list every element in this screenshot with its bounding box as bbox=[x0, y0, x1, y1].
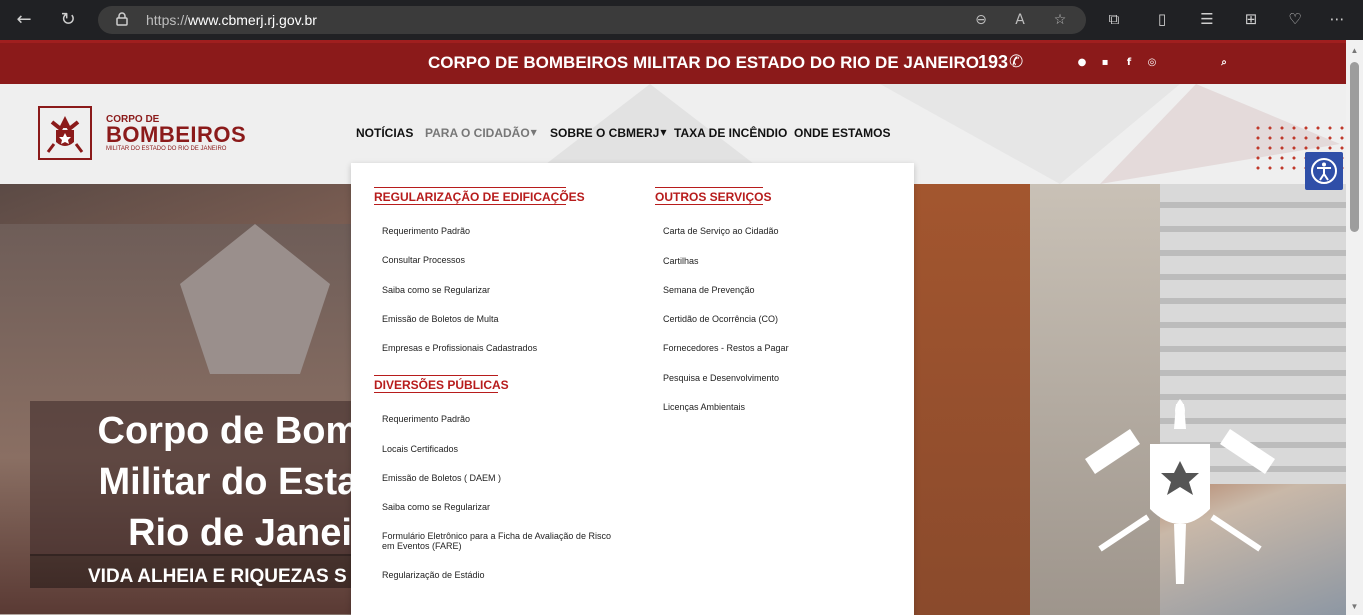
hero-photo-area bbox=[914, 184, 1034, 615]
dropdown-link[interactable]: Formulário Eletrônico para a Ficha de Av… bbox=[382, 531, 611, 551]
heading-outros-servicos[interactable]: OUTROS SERVIÇOS bbox=[655, 187, 771, 205]
page-scrollbar[interactable]: ▲ ▼ bbox=[1346, 40, 1363, 615]
nav-para-o-cidadao[interactable]: PARA O CIDADÃO▼ bbox=[425, 126, 537, 140]
lock-icon[interactable] bbox=[116, 12, 128, 26]
dropdown-link[interactable]: Certidão de Ocorrência (CO) bbox=[663, 314, 778, 324]
address-bar[interactable]: https://www.cbmerj.rj.gov.br ⊖ A ☆ bbox=[98, 6, 1086, 34]
instagram-icon[interactable]: ◎ bbox=[1146, 57, 1158, 69]
nav-onde-estamos[interactable]: ONDE ESTAMOS bbox=[794, 126, 890, 140]
favorite-star-icon[interactable]: ☆ bbox=[1051, 11, 1069, 29]
dropdown-link[interactable]: Empresas e Profissionais Cadastrados bbox=[382, 343, 537, 353]
collections-icon[interactable]: ⊞ bbox=[1240, 8, 1262, 30]
dropdown-link[interactable]: Saiba como se Regularizar bbox=[382, 285, 490, 295]
read-aloud-icon[interactable]: A bbox=[1011, 11, 1029, 29]
chevron-down-icon: ▼ bbox=[660, 128, 667, 137]
dropdown-link[interactable]: Pesquisa e Desenvolvimento bbox=[663, 373, 779, 383]
dropdown-link[interactable]: Emissão de Boletos ( DAEM ) bbox=[382, 473, 501, 483]
logo-text-line2: BOMBEIROS bbox=[106, 122, 247, 147]
refresh-icon[interactable]: ↻ bbox=[56, 8, 80, 32]
phone-icon: ✆ bbox=[1009, 52, 1024, 72]
heading-underline bbox=[374, 375, 498, 376]
heading-underline bbox=[374, 187, 566, 188]
health-icon[interactable]: ♡ bbox=[1284, 8, 1306, 30]
dropdown-link[interactable]: Regularização de Estádio bbox=[382, 570, 485, 580]
heading-diversoes-publicas[interactable]: DIVERSÕES PÚBLICAS bbox=[374, 375, 509, 393]
url-text[interactable]: https://www.cbmerj.rj.gov.br bbox=[146, 12, 317, 28]
chevron-down-icon: ▼ bbox=[530, 128, 537, 137]
extensions-icon[interactable]: ⧉ bbox=[1103, 8, 1125, 30]
accessibility-icon bbox=[1311, 158, 1337, 184]
heading-regularizacao[interactable]: REGULARIZAÇÃO DE EDIFICAÇÕES bbox=[374, 187, 585, 205]
dropdown-link[interactable]: Emissão de Boletos de Multa bbox=[382, 314, 499, 324]
nav-noticias[interactable]: NOTÍCIAS bbox=[356, 126, 413, 140]
cbmerj-emblem-watermark bbox=[1085, 399, 1275, 584]
scroll-down-icon[interactable]: ▼ bbox=[1350, 602, 1359, 611]
hero-subtitle: VIDA ALHEIA E RIQUEZAS S bbox=[88, 566, 347, 587]
para-o-cidadao-dropdown: REGULARIZAÇÃO DE EDIFICAÇÕES Requeriment… bbox=[351, 163, 914, 615]
favorites-icon[interactable]: ☰ bbox=[1196, 8, 1218, 30]
back-icon[interactable]: ← bbox=[12, 8, 36, 32]
dropdown-link[interactable]: Semana de Prevenção bbox=[663, 285, 755, 295]
dropdown-link[interactable]: Cartilhas bbox=[663, 256, 699, 266]
heading-underline bbox=[655, 204, 763, 205]
accessibility-button[interactable] bbox=[1305, 152, 1343, 190]
top-bar: CORPO DE BOMBEIROS MILITAR DO ESTADO DO … bbox=[0, 40, 1346, 84]
org-name: CORPO DE BOMBEIROS MILITAR DO ESTADO DO … bbox=[428, 53, 979, 72]
page-viewport: CORPO DE BOMBEIROS MILITAR DO ESTADO DO … bbox=[0, 40, 1346, 615]
emergency-phone[interactable]: 193 bbox=[978, 52, 1008, 73]
scroll-up-icon[interactable]: ▲ bbox=[1350, 46, 1359, 55]
browser-toolbar: ← ↻ https://www.cbmerj.rj.gov.br ⊖ A ☆ ⧉… bbox=[0, 0, 1363, 40]
dropdown-link[interactable]: Fornecedores - Restos a Pagar bbox=[663, 343, 789, 353]
nav-taxa-de-incendio[interactable]: TAXA DE INCÊNDIO bbox=[674, 126, 787, 140]
logo-text-line3: MILITAR DO ESTADO DO RIO DE JANEIRO bbox=[106, 146, 227, 152]
dropdown-link[interactable]: Licenças Ambientais bbox=[663, 402, 745, 412]
zoom-icon[interactable]: ⊖ bbox=[972, 11, 990, 29]
more-icon[interactable]: ⋯ bbox=[1326, 8, 1348, 30]
user-icon[interactable]: ● bbox=[1076, 57, 1088, 69]
logo-emblem[interactable] bbox=[38, 106, 92, 160]
split-screen-icon[interactable]: ▯ bbox=[1151, 8, 1173, 30]
heading-underline bbox=[374, 392, 498, 393]
dropdown-link[interactable]: Locais Certificados bbox=[382, 444, 458, 454]
heading-underline bbox=[374, 204, 566, 205]
dropdown-link[interactable]: Consultar Processos bbox=[382, 255, 465, 265]
calendar-icon[interactable]: ▪ bbox=[1099, 57, 1111, 69]
heading-underline bbox=[655, 187, 763, 188]
dropdown-link[interactable]: Carta de Serviço ao Cidadão bbox=[663, 226, 779, 236]
dropdown-link[interactable]: Requerimento Padrão bbox=[382, 414, 470, 424]
facebook-icon[interactable]: f bbox=[1123, 57, 1135, 69]
search-icon[interactable]: ⌕ bbox=[1218, 57, 1230, 69]
dropdown-link[interactable]: Requerimento Padrão bbox=[382, 226, 470, 236]
scrollbar-thumb[interactable] bbox=[1350, 62, 1359, 232]
dropdown-link[interactable]: Saiba como se Regularizar bbox=[382, 502, 490, 512]
nav-sobre-o-cbmerj[interactable]: SOBRE O CBMERJ▼ bbox=[550, 126, 667, 140]
